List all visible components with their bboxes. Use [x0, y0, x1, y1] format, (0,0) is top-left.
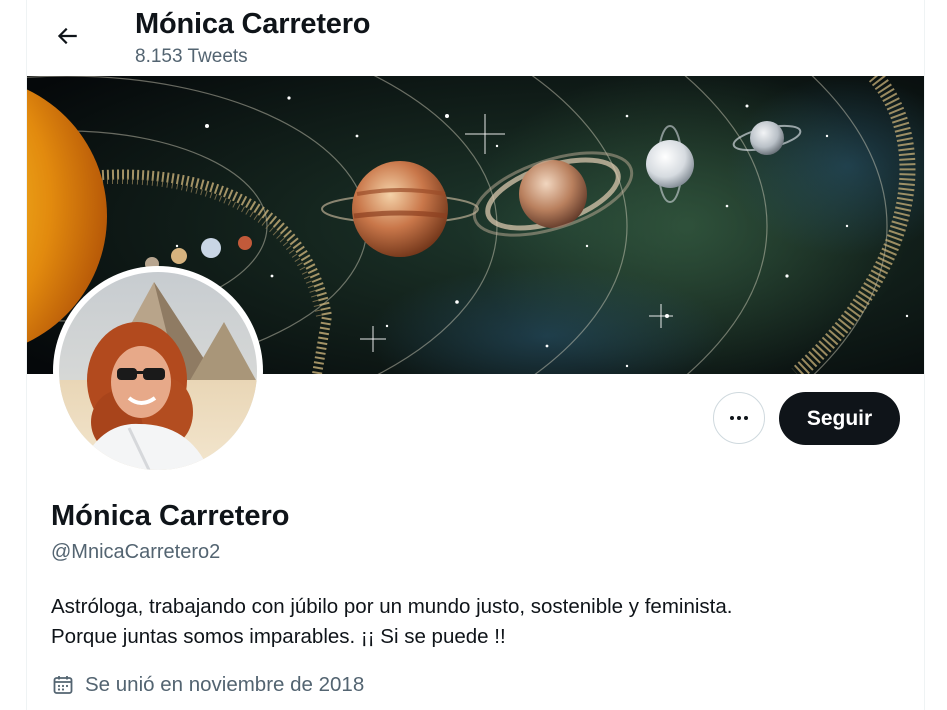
avatar	[59, 272, 257, 470]
profile-header: Mónica Carretero 8.153 Tweets	[27, 0, 924, 76]
arrow-left-icon	[57, 27, 77, 45]
calendar-icon	[53, 676, 73, 694]
bio-line: Porque juntas somos imparables. ¡¡ Si se…	[51, 625, 506, 648]
joined-date: Se unió en noviembre de 2018	[51, 670, 364, 700]
joined-text: Se unió en noviembre de 2018	[85, 673, 365, 696]
back-button[interactable]	[49, 18, 85, 54]
more-horizontal-icon	[730, 416, 748, 420]
column-divider-right	[924, 0, 925, 710]
avatar-photo	[59, 272, 257, 470]
more-options-button[interactable]	[713, 392, 765, 444]
profile-page: Mónica Carretero 8.153 Tweets Seguir Món…	[0, 0, 947, 710]
bio-line: Astróloga, trabajando con júbilo por un …	[51, 595, 733, 618]
tweet-count: 8.153 Tweets	[135, 46, 248, 67]
user-handle: @MnicaCarretero2	[51, 541, 221, 563]
profile-bio: Astróloga, trabajando con júbilo por un …	[51, 592, 911, 652]
avatar-frame[interactable]	[53, 266, 263, 476]
header-title: Mónica Carretero	[135, 8, 371, 40]
display-name: Mónica Carretero	[51, 500, 290, 532]
follow-button[interactable]: Seguir	[779, 392, 900, 445]
